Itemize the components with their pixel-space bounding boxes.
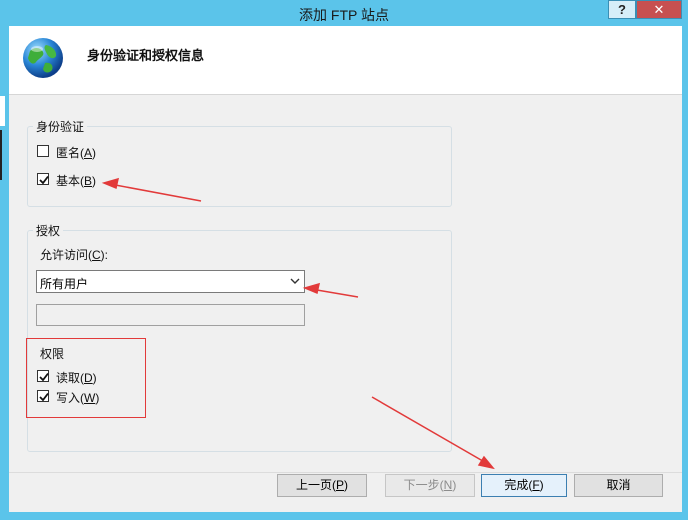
footer-divider (9, 472, 682, 473)
basic-label-suffix: ) (92, 174, 97, 188)
read-label-text: 读取( (56, 371, 84, 385)
anonymous-label[interactable]: 匿名(A) (56, 144, 96, 161)
allow-access-accesskey: C (92, 248, 101, 262)
close-button[interactable]: ✕ (636, 0, 682, 19)
read-accesskey: D (84, 371, 93, 385)
help-button[interactable]: ? (608, 0, 636, 19)
background-window-edge-mark (0, 130, 5, 180)
write-accesskey: W (84, 391, 96, 405)
dialog-client-area: 身份验证和授权信息 身份验证 匿名(A) 基本(B) 授权 允许访问(C): 所… (9, 26, 682, 512)
next-button-text: 下一步( (403, 478, 444, 492)
checkmark-icon (39, 392, 49, 402)
anonymous-label-suffix: ) (92, 146, 97, 160)
globe-icon (23, 38, 63, 78)
allow-access-selected-value: 所有用户 (40, 277, 89, 291)
allow-access-label-text: 允许访问( (40, 248, 92, 262)
background-window-edge (0, 96, 5, 126)
finish-button-text: 完成( (504, 478, 533, 492)
wizard-header: 身份验证和授权信息 (9, 26, 682, 95)
next-button[interactable]: 下一步(N) (385, 474, 475, 497)
window-title: 添加 FTP 站点 (299, 7, 389, 23)
read-label-suffix: ) (92, 371, 97, 385)
cancel-button[interactable]: 取消 (574, 474, 663, 497)
authentication-legend: 身份验证 (33, 118, 88, 135)
allow-access-label: 允许访问(C): (40, 246, 108, 263)
users-roles-textbox[interactable] (36, 304, 305, 326)
previous-button-suffix: ) (344, 478, 348, 492)
checkmark-icon (39, 175, 49, 185)
title-bar[interactable]: 添加 FTP 站点 ? ✕ (0, 0, 688, 26)
previous-button-text: 上一页( (295, 478, 336, 492)
next-button-suffix: ) (452, 478, 457, 492)
anonymous-accesskey: A (84, 146, 93, 160)
read-label[interactable]: 读取(D) (56, 369, 97, 386)
finish-accesskey: F (532, 478, 540, 492)
anonymous-checkbox[interactable] (37, 145, 49, 157)
permissions-legend: 权限 (40, 347, 65, 361)
basic-accesskey: B (84, 174, 93, 188)
finish-button-suffix: ) (539, 478, 544, 492)
finish-button[interactable]: 完成(F) (481, 474, 567, 497)
read-checkbox[interactable] (37, 370, 49, 382)
write-label[interactable]: 写入(W) (56, 389, 99, 406)
basic-checkbox[interactable] (37, 173, 49, 185)
previous-accesskey: P (335, 478, 344, 492)
write-label-suffix: ) (95, 391, 100, 405)
authentication-group (27, 126, 452, 207)
basic-label[interactable]: 基本(B) (56, 172, 96, 189)
basic-label-text: 基本( (56, 174, 84, 188)
write-label-text: 写入( (56, 391, 84, 405)
checkmark-icon (39, 372, 49, 382)
allow-access-label-suffix: ): (100, 248, 109, 262)
page-title: 身份验证和授权信息 (87, 48, 205, 63)
authorization-legend: 授权 (33, 222, 64, 239)
anonymous-label-text: 匿名( (56, 146, 84, 160)
chevron-down-icon (290, 278, 300, 284)
write-checkbox[interactable] (37, 390, 49, 402)
previous-button[interactable]: 上一页(P) (277, 474, 367, 497)
allow-access-dropdown[interactable]: 所有用户 (36, 270, 305, 293)
